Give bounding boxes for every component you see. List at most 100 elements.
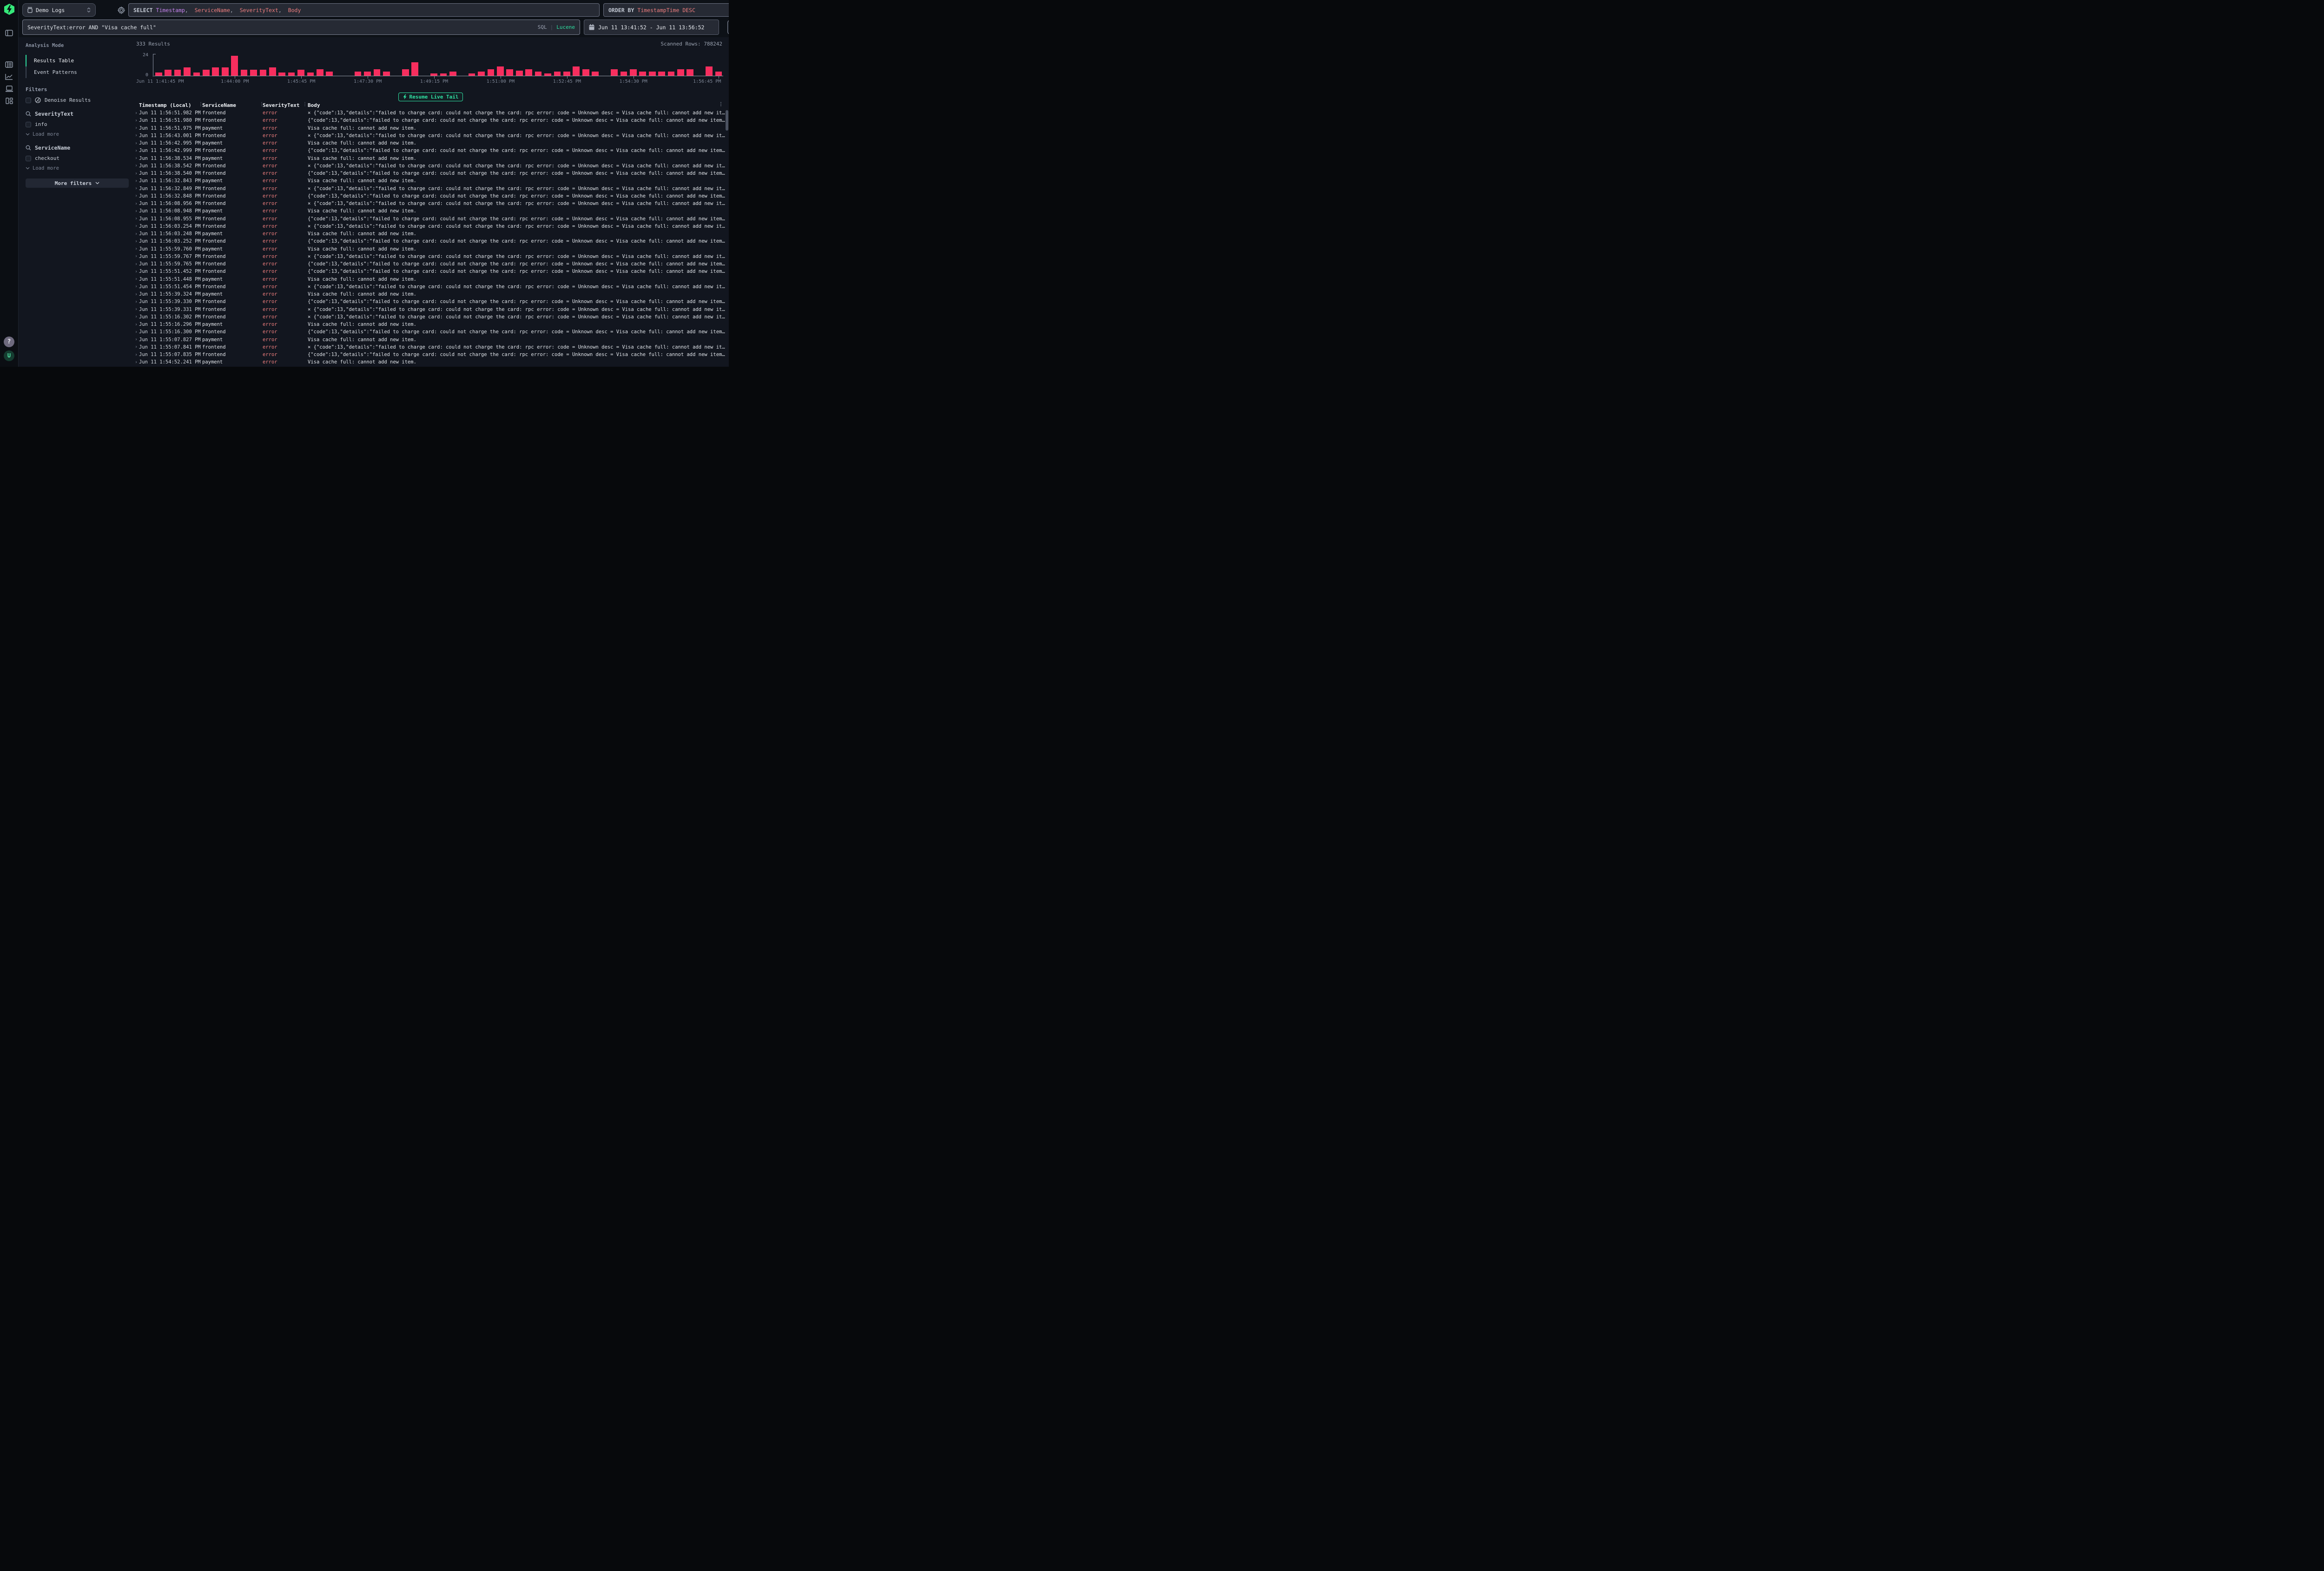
log-row[interactable]: ›Jun 11 1:56:03.248 PMpaymenterrorVisa c…: [132, 230, 725, 238]
row-expand-icon[interactable]: ›: [132, 292, 139, 297]
row-expand-icon[interactable]: ›: [132, 322, 139, 327]
log-row[interactable]: ›Jun 11 1:55:07.841 PMfrontenderror× {"c…: [132, 343, 725, 351]
log-row[interactable]: ›Jun 11 1:56:08.955 PMfrontenderror{"cod…: [132, 215, 725, 223]
filter-option-info[interactable]: info: [26, 121, 129, 127]
log-row[interactable]: ›Jun 11 1:56:38.534 PMpaymenterrorVisa c…: [132, 155, 725, 162]
denoise-checkbox[interactable]: [26, 98, 31, 103]
log-row[interactable]: ›Jun 11 1:56:03.254 PMfrontenderror× {"c…: [132, 223, 725, 230]
log-row[interactable]: ›Jun 11 1:56:32.843 PMpaymenterrorVisa c…: [132, 177, 725, 185]
filter-option-checkout[interactable]: checkout: [26, 155, 129, 161]
row-expand-icon[interactable]: ›: [132, 239, 139, 244]
analysis-mode-event-patterns[interactable]: Event Patterns: [26, 66, 129, 78]
help-button[interactable]: ?: [4, 337, 14, 347]
sessions-icon[interactable]: [0, 83, 19, 95]
log-row[interactable]: ›Jun 11 1:56:43.001 PMfrontenderror× {"c…: [132, 132, 725, 139]
denoise-results-toggle[interactable]: Denoise Results: [26, 97, 129, 103]
col-resize-handle-icon[interactable]: ⋮: [259, 102, 264, 107]
time-range-picker[interactable]: Jun 11 13:41:52 - Jun 11 13:56:52: [584, 20, 719, 35]
row-expand-icon[interactable]: ›: [132, 284, 139, 289]
row-expand-icon[interactable]: ›: [132, 330, 139, 335]
col-resize-handle-icon[interactable]: ⋮: [303, 102, 307, 107]
app-logo-icon[interactable]: [0, 0, 19, 19]
col-body[interactable]: Body: [308, 102, 725, 108]
log-row[interactable]: ›Jun 11 1:55:59.760 PMpaymenterrorVisa c…: [132, 245, 725, 253]
row-expand-icon[interactable]: ›: [132, 171, 139, 176]
toggle-sidebar-icon[interactable]: [0, 27, 19, 39]
filter-checkbox[interactable]: [26, 156, 31, 161]
load-more-link[interactable]: Load more: [26, 165, 129, 171]
log-row[interactable]: ›Jun 11 1:55:39.331 PMfrontenderror× {"c…: [132, 306, 725, 313]
col-resize-handle-icon[interactable]: ⋮: [198, 102, 203, 107]
row-expand-icon[interactable]: ›: [132, 209, 139, 214]
log-row[interactable]: ›Jun 11 1:55:16.300 PMfrontenderror{"cod…: [132, 328, 725, 336]
log-row[interactable]: ›Jun 11 1:54:52.241 PMpaymenterrorVisa c…: [132, 358, 725, 366]
row-expand-icon[interactable]: ›: [132, 111, 139, 116]
dashboards-icon[interactable]: [0, 95, 19, 107]
search-logs-icon[interactable]: [0, 59, 19, 71]
column-settings-icon[interactable]: ⋮: [719, 102, 723, 107]
row-expand-icon[interactable]: ›: [132, 299, 139, 304]
row-expand-icon[interactable]: ›: [132, 246, 139, 251]
log-row[interactable]: ›Jun 11 1:56:42.995 PMpaymenterrorVisa c…: [132, 139, 725, 147]
run-query-button[interactable]: [727, 20, 729, 34]
log-row[interactable]: ›Jun 11 1:56:03.252 PMfrontenderror{"cod…: [132, 238, 725, 245]
log-row[interactable]: ›Jun 11 1:56:51.975 PMpaymenterrorVisa c…: [132, 125, 725, 132]
row-expand-icon[interactable]: ›: [132, 352, 139, 357]
log-row[interactable]: ›Jun 11 1:55:07.835 PMfrontenderror{"cod…: [132, 351, 725, 358]
user-avatar[interactable]: U: [4, 350, 14, 361]
log-row[interactable]: ›Jun 11 1:55:16.302 PMfrontenderror× {"c…: [132, 313, 725, 321]
log-row[interactable]: ›Jun 11 1:56:08.948 PMpaymenterrorVisa c…: [132, 207, 725, 215]
col-timestamp[interactable]: Timestamp (Local): [139, 102, 202, 108]
log-row[interactable]: ›Jun 11 1:56:42.999 PMfrontenderror{"cod…: [132, 147, 725, 154]
analysis-mode-results-table[interactable]: Results Table: [26, 55, 129, 66]
row-expand-icon[interactable]: ›: [132, 262, 139, 267]
row-expand-icon[interactable]: ›: [132, 216, 139, 221]
log-row[interactable]: ›Jun 11 1:55:51.454 PMfrontenderror× {"c…: [132, 283, 725, 290]
log-row[interactable]: ›Jun 11 1:55:39.324 PMpaymenterrorVisa c…: [132, 290, 725, 298]
data-source-select[interactable]: Demo Logs: [22, 3, 96, 17]
resume-live-tail-button[interactable]: Resume Live Tail: [398, 92, 463, 101]
row-expand-icon[interactable]: ›: [132, 231, 139, 237]
log-row[interactable]: ›Jun 11 1:55:51.452 PMfrontenderror{"cod…: [132, 268, 725, 275]
col-severitytext[interactable]: SeverityText: [263, 102, 308, 108]
row-expand-icon[interactable]: ›: [132, 254, 139, 259]
log-row[interactable]: ›Jun 11 1:55:39.330 PMfrontenderror{"cod…: [132, 298, 725, 305]
row-expand-icon[interactable]: ›: [132, 133, 139, 138]
row-expand-icon[interactable]: ›: [132, 163, 139, 168]
row-expand-icon[interactable]: ›: [132, 186, 139, 191]
row-expand-icon[interactable]: ›: [132, 344, 139, 350]
log-row[interactable]: ›Jun 11 1:55:07.827 PMpaymenterrorVisa c…: [132, 336, 725, 343]
row-expand-icon[interactable]: ›: [132, 148, 139, 153]
row-expand-icon[interactable]: ›: [132, 201, 139, 206]
chart-explorer-icon[interactable]: [0, 71, 19, 83]
row-expand-icon[interactable]: ›: [132, 193, 139, 198]
language-sql-option[interactable]: SQL: [538, 24, 547, 30]
log-row[interactable]: ›Jun 11 1:56:38.542 PMfrontenderror× {"c…: [132, 162, 725, 170]
row-expand-icon[interactable]: ›: [132, 224, 139, 229]
row-expand-icon[interactable]: ›: [132, 118, 139, 123]
source-settings-gear-icon[interactable]: [117, 6, 125, 14]
log-row[interactable]: ›Jun 11 1:56:08.956 PMfrontenderror× {"c…: [132, 200, 725, 207]
row-expand-icon[interactable]: ›: [132, 156, 139, 161]
log-row[interactable]: ›Jun 11 1:56:38.540 PMfrontenderror{"cod…: [132, 170, 725, 177]
order-by-input[interactable]: ORDER BYTimestampTime DESC: [603, 3, 729, 17]
row-expand-icon[interactable]: ›: [132, 314, 139, 319]
scrollbar-thumb[interactable]: [726, 110, 728, 131]
load-more-link[interactable]: Load more: [26, 132, 129, 137]
log-row[interactable]: ›Jun 11 1:56:32.848 PMfrontenderror{"cod…: [132, 192, 725, 200]
row-expand-icon[interactable]: ›: [132, 269, 139, 274]
language-lucene-option[interactable]: Lucene: [556, 24, 575, 30]
row-expand-icon[interactable]: ›: [132, 277, 139, 282]
row-expand-icon[interactable]: ›: [132, 141, 139, 146]
log-row[interactable]: ›Jun 11 1:55:16.296 PMpaymenterrorVisa c…: [132, 321, 725, 328]
row-expand-icon[interactable]: ›: [132, 178, 139, 184]
log-row[interactable]: ›Jun 11 1:55:59.767 PMfrontenderror× {"c…: [132, 253, 725, 260]
col-servicename[interactable]: ServiceName: [202, 102, 263, 108]
log-row[interactable]: ›Jun 11 1:55:59.765 PMfrontenderror{"cod…: [132, 260, 725, 268]
row-expand-icon[interactable]: ›: [132, 360, 139, 365]
row-expand-icon[interactable]: ›: [132, 337, 139, 342]
row-expand-icon[interactable]: ›: [132, 307, 139, 312]
log-row[interactable]: ›Jun 11 1:55:51.448 PMpaymenterrorVisa c…: [132, 276, 725, 283]
log-row[interactable]: ›Jun 11 1:56:51.980 PMfrontenderror{"cod…: [132, 117, 725, 124]
select-clause-input[interactable]: SELECTTimestamp, ServiceName, SeverityTe…: [128, 3, 600, 17]
